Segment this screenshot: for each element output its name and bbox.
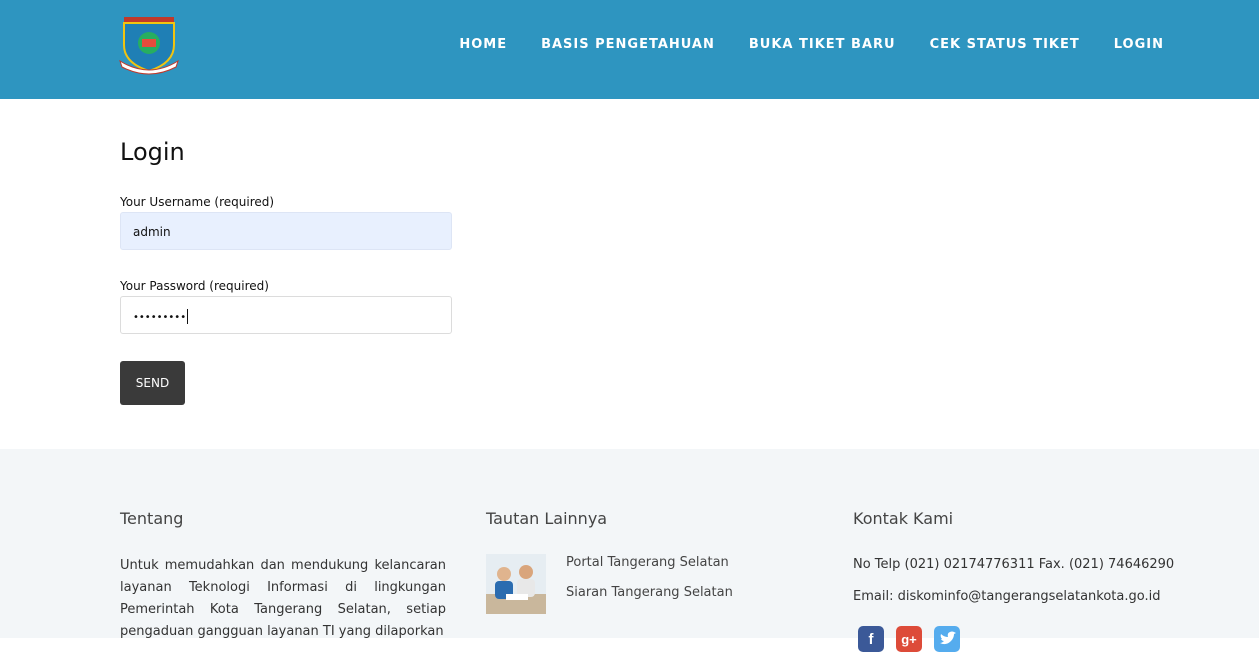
- contact-email[interactable]: Email: diskominfo@tangerangselatankota.g…: [853, 589, 1160, 604]
- password-input[interactable]: •••••••••: [120, 296, 452, 334]
- nav-login[interactable]: LOGIN: [1114, 37, 1164, 53]
- about-heading: Tentang: [120, 509, 184, 528]
- contact-phone: No Telp (021) 02174776311 Fax. (021) 746…: [853, 557, 1175, 572]
- twitter-bird-icon: [940, 631, 956, 645]
- twitter-icon[interactable]: [934, 626, 960, 652]
- username-label: Your Username (required): [120, 195, 275, 209]
- main-nav: HOME BASIS PENGETAHUAN BUKA TIKET BARU C…: [425, 37, 1164, 53]
- facebook-icon[interactable]: f: [858, 626, 884, 652]
- text-caret: [187, 309, 189, 324]
- login-section: Login Your Username (required) admin You…: [0, 99, 1259, 449]
- people-photo-icon: [486, 554, 546, 614]
- link-portal-tangerang-selatan[interactable]: Portal Tangerang Selatan: [566, 555, 729, 570]
- page-title: Login: [120, 138, 185, 166]
- link-siaran-tangerang-selatan[interactable]: Siaran Tangerang Selatan: [566, 585, 733, 600]
- nav-knowledge-base[interactable]: BASIS PENGETAHUAN: [541, 37, 715, 53]
- username-input[interactable]: admin: [120, 212, 452, 250]
- about-text: Untuk memudahkan dan mendukung kelancara…: [120, 558, 446, 639]
- password-value: •••••••••: [133, 312, 187, 323]
- send-button[interactable]: SEND: [120, 361, 185, 405]
- links-heading: Tautan Lainnya: [486, 509, 608, 528]
- site-footer: Tentang Untuk memudahkan dan mendukung k…: [0, 449, 1259, 652]
- emblem-icon: [119, 17, 179, 75]
- links-thumbnail-image: [486, 554, 546, 614]
- contact-heading: Kontak Kami: [853, 509, 954, 528]
- password-label: Your Password (required): [120, 279, 269, 293]
- username-value: admin: [133, 225, 171, 239]
- nav-home[interactable]: HOME: [459, 37, 507, 53]
- google-plus-icon[interactable]: g+: [896, 626, 922, 652]
- nav-check-ticket-status[interactable]: CEK STATUS TIKET: [930, 37, 1080, 53]
- city-emblem-logo[interactable]: [118, 17, 180, 75]
- nav-open-new-ticket[interactable]: BUKA TIKET BARU: [749, 37, 896, 53]
- site-header: HOME BASIS PENGETAHUAN BUKA TIKET BARU C…: [0, 0, 1259, 99]
